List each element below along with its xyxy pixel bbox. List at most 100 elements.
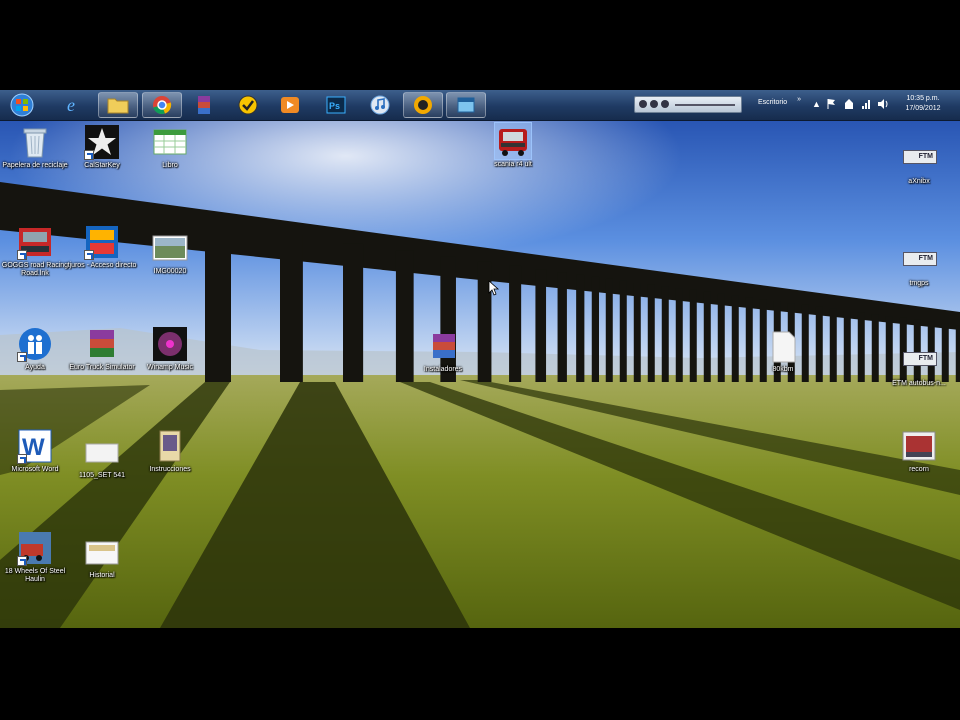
taskbar-media-player[interactable] (270, 92, 310, 118)
recycle-bin-icon (23, 128, 47, 158)
icon-label: 80kbm (772, 366, 794, 373)
window-app-icon (457, 97, 475, 113)
viaduct-pillar (619, 280, 627, 382)
viaduct-pillar (857, 312, 865, 382)
desktop-icon-game-2[interactable]: tjuros - Acceso directo (67, 224, 137, 270)
spreadsheet-icon (153, 129, 187, 155)
desktop-icon-help[interactable]: Ayuda (0, 326, 70, 372)
icon-label: CalStarKey (84, 162, 120, 169)
desktop-icon-star-app[interactable]: CalStarKey (67, 124, 137, 170)
shortcut-arrow-icon (17, 352, 27, 362)
chrome-icon (153, 96, 172, 115)
viaduct-pillar (731, 295, 739, 382)
photoshop-icon: Ps (326, 96, 346, 114)
viaduct-pillar (661, 286, 669, 382)
viaduct-pillar (955, 325, 960, 382)
desktop-icon-ftm-1[interactable]: FTM aXnibx (884, 140, 954, 186)
viaduct-pillar (633, 282, 641, 382)
prev-icon[interactable] (639, 100, 647, 108)
mouse-cursor-icon (488, 280, 500, 296)
ftm-icon: FTM (903, 252, 937, 266)
clock-date: 17/09/2012 (905, 105, 941, 112)
desktop-screen: e Ps Escritorio » ▲ 10:35 p.m. 17/09/201… (0, 90, 960, 628)
desktop-icon-book[interactable]: Instrucciones (135, 428, 205, 474)
network-icon[interactable] (861, 98, 871, 110)
shortcut-arrow-icon (17, 454, 27, 464)
viaduct-pillar (280, 235, 303, 382)
music-disc-icon (153, 327, 187, 361)
icon-label: Historial (89, 572, 115, 579)
letterbox-bottom (0, 628, 960, 720)
tray-overflow-icon[interactable]: ▲ (812, 99, 821, 109)
desktop-icon-drive-file[interactable]: 1105_SET 541 (67, 434, 137, 480)
desktop-icon-ftm-2[interactable]: FTM tmgps (884, 242, 954, 288)
svg-text:e: e (67, 95, 75, 115)
desktop-icon-installers[interactable]: Instaladores (408, 328, 478, 374)
desktop-icon-winamp-file[interactable]: Winamp Music (135, 326, 205, 372)
internet-explorer-icon: e (67, 95, 75, 115)
icon-label: scania r4 ult (494, 161, 532, 168)
winrar-archive-icon (90, 330, 114, 357)
blank-document-icon (772, 331, 796, 363)
taskbar-internet-explorer[interactable]: e (54, 92, 94, 118)
desktop-icon-blank-file[interactable]: 80kbm (748, 328, 818, 374)
shortcut-arrow-icon (17, 250, 27, 260)
next-icon[interactable] (661, 100, 669, 108)
play-icon[interactable] (650, 100, 658, 108)
viaduct-pillar (871, 314, 879, 382)
icon-label: recorn (909, 466, 929, 473)
icon-label: Ayuda (25, 364, 45, 371)
desktop-toolbar-label[interactable]: Escritorio » (758, 96, 801, 106)
icon-label: ETM autobus-n... (892, 380, 946, 387)
icon-label: 18 Wheels Of Steel Haulin (4, 568, 66, 583)
desktop-icon-spreadsheet[interactable]: Libro (135, 124, 205, 170)
icon-label: Microsoft Word (11, 466, 59, 473)
taskbar-winrar[interactable] (184, 92, 224, 118)
desktop-icon-ftm-3[interactable]: FTM ETM autobus-n... (884, 342, 954, 388)
taskbar-winamp[interactable] (403, 92, 443, 118)
ftm-icon: FTM (903, 352, 937, 366)
viaduct-pillar (703, 291, 711, 382)
media-toolbar[interactable] (634, 96, 742, 113)
desktop-icon-game-1[interactable]: GOGGS road Racing Road.lnk (0, 224, 70, 278)
desktop-icon-hauling[interactable]: 18 Wheels Of Steel Haulin (0, 530, 70, 584)
taskbar-windows-explorer[interactable] (98, 92, 138, 118)
taskbar-generic-app[interactable] (446, 92, 486, 118)
toolbar-chevron[interactable]: » (797, 96, 801, 103)
photo-icon (152, 235, 188, 261)
viaduct-pillar (535, 269, 547, 382)
icon-label: Euro Truck Simulator (69, 364, 135, 371)
desktop-icon-recycle-bin[interactable]: Papelera de reciclaje (0, 124, 70, 170)
icon-label: Instrucciones (149, 466, 191, 473)
volume-slider[interactable] (675, 104, 735, 106)
viaduct-pillar (343, 243, 364, 382)
viaduct-pillar (591, 276, 600, 382)
winrar-archive-icon (433, 334, 455, 358)
desktop-icon-photo[interactable]: IMG00020 (135, 230, 205, 276)
norton-icon (238, 95, 258, 115)
desktop-icon-screen-file[interactable]: recorn (884, 428, 954, 474)
viaduct-pillar (509, 265, 522, 382)
media-player-icon (281, 97, 299, 113)
desktop-icon-word[interactable]: W Microsoft Word (0, 428, 70, 474)
taskbar-norton[interactable] (228, 92, 268, 118)
icon-label: Instaladores (423, 366, 463, 373)
volume-icon[interactable] (877, 98, 889, 110)
icon-label: IMG00020 (153, 268, 187, 275)
icon-label: Winamp Music (147, 364, 193, 371)
system-clock[interactable]: 10:35 p.m. 17/09/2012 (896, 94, 950, 114)
taskbar-photoshop[interactable]: Ps (316, 92, 356, 118)
desktop-icon-euro-truck[interactable]: Euro Truck Simulator (67, 326, 137, 372)
viaduct-pillar (829, 308, 837, 382)
taskbar-itunes[interactable] (360, 92, 400, 118)
windows-orb-icon (10, 93, 34, 117)
svg-text:Ps: Ps (329, 101, 340, 111)
desktop-icon-truck-selected[interactable]: scania r4 ult (478, 122, 548, 169)
tray-app-icon[interactable] (843, 97, 855, 110)
start-button[interactable] (2, 92, 42, 118)
action-center-flag-icon[interactable] (826, 98, 836, 110)
taskbar-google-chrome[interactable] (142, 92, 182, 118)
shortcut-arrow-icon (17, 556, 27, 566)
viaduct-pillar (205, 225, 231, 382)
desktop-icon-history[interactable]: Historial (67, 534, 137, 580)
